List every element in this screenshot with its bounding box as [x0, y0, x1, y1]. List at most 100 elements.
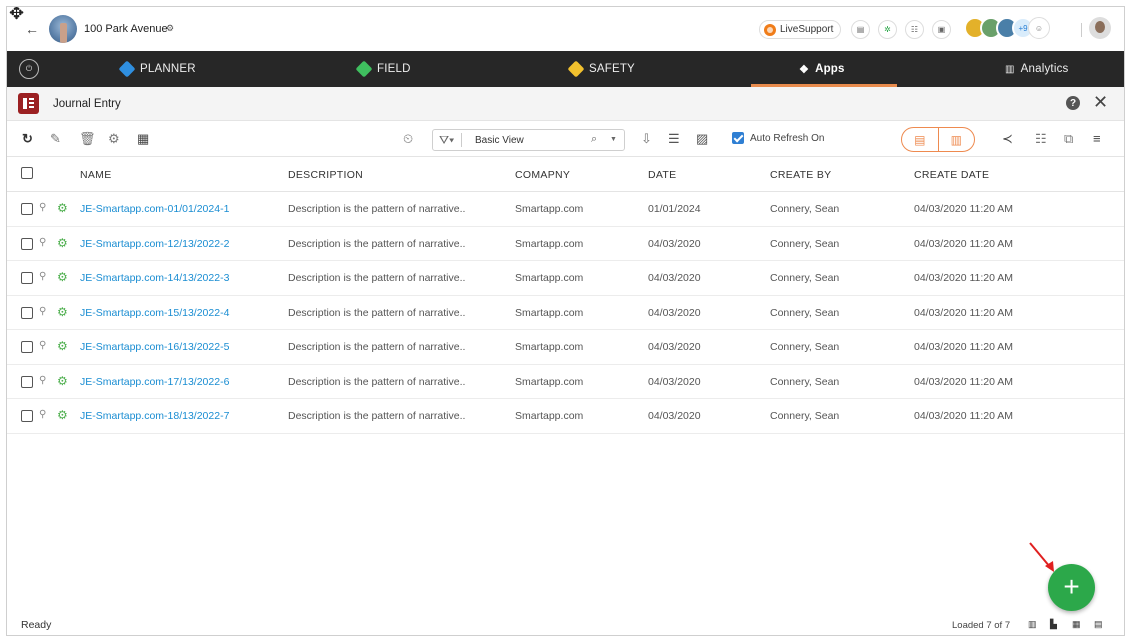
team-avatars[interactable]: +9 ☺	[964, 17, 1050, 39]
entry-name-link[interactable]: JE-Smartapp.com-15/13/2022-4	[80, 307, 229, 319]
search-icon[interactable]: ⌕	[591, 133, 597, 146]
timer-icon[interactable]: ⏲	[403, 131, 413, 147]
back-arrow-icon[interactable]: ←	[25, 21, 39, 37]
table-row[interactable]: ⚲ ⚙ JE-Smartapp.com-14/13/2022-3 Descrip…	[7, 261, 1124, 296]
chat-icon[interactable]: ☺	[1028, 17, 1050, 39]
row-checkbox[interactable]	[21, 203, 33, 215]
date-cell: 04/03/2020	[648, 410, 701, 422]
entry-name-link[interactable]: JE-Smartapp.com-17/13/2022-6	[80, 376, 229, 388]
created-by-cell: Connery, Sean	[770, 237, 840, 250]
divider	[461, 133, 462, 147]
location-pin-icon[interactable]: ⚲	[39, 237, 46, 248]
row-checkbox[interactable]	[21, 272, 33, 284]
table-row[interactable]: ⚲ ⚙ JE-Smartapp.com-17/13/2022-6 Descrip…	[7, 365, 1124, 399]
share-icon[interactable]: ≺	[1002, 131, 1013, 147]
grid-icon[interactable]: ▦	[1072, 619, 1081, 630]
column-header-create-date[interactable]: CREATE DATE	[914, 169, 989, 181]
refresh-icon[interactable]: ↻	[22, 131, 33, 147]
nav-safety[interactable]: SAFETY	[567, 51, 635, 87]
home-icon[interactable]: ⏻	[19, 59, 39, 79]
workflow-gear-icon[interactable]: ⚙	[57, 236, 68, 250]
chart-view-icon[interactable]: ▥	[939, 128, 975, 151]
document-icon[interactable]: ▤	[851, 20, 870, 39]
entry-name-link[interactable]: JE-Smartapp.com-12/13/2022-2	[80, 238, 229, 250]
table-row[interactable]: ⚲ ⚙ JE-Smartapp.com-12/13/2022-2 Descrip…	[7, 227, 1124, 261]
edit-icon[interactable]: ✎	[50, 131, 61, 147]
location-pin-icon[interactable]: ⚲	[39, 202, 46, 213]
location-pin-icon[interactable]: ⚲	[39, 271, 46, 282]
settings-icon[interactable]: ⚙	[108, 131, 120, 147]
location-pin-icon[interactable]: ⚲	[39, 375, 46, 386]
user-avatar[interactable]	[1089, 17, 1111, 39]
delete-icon[interactable]: 🗑	[79, 131, 96, 147]
auto-refresh-toggle[interactable]: Auto Refresh On	[732, 132, 824, 144]
form-icon[interactable]: ☷	[1035, 131, 1047, 147]
barcode-icon[interactable]: ▥	[1028, 619, 1037, 630]
auto-refresh-checkbox[interactable]	[732, 132, 744, 144]
forms-icon[interactable]: ☷	[905, 20, 924, 39]
table-row[interactable]: ⚲ ⚙ JE-Smartapp.com-18/13/2022-7 Descrip…	[7, 399, 1124, 434]
workflow-gear-icon[interactable]: ⚙	[57, 305, 68, 319]
column-header-created-by[interactable]: CREATE BY	[770, 169, 831, 181]
add-entry-button[interactable]: +	[1048, 564, 1095, 611]
table-row[interactable]: ⚲ ⚙ JE-Smartapp.com-01/01/2024-1 Descrip…	[7, 192, 1124, 227]
module-title: Journal Entry	[53, 98, 121, 110]
view-selector[interactable]: ⛛▾ Basic View ⌕ ▼	[432, 129, 625, 151]
workflow-gear-icon[interactable]: ⚙	[57, 408, 68, 422]
project-name[interactable]: 100 Park Avenue	[84, 23, 168, 35]
document-view-icon[interactable]: ▤	[902, 128, 939, 151]
message-icon[interactable]: ▤	[1094, 619, 1103, 630]
entry-name-link[interactable]: JE-Smartapp.com-14/13/2022-3	[80, 272, 229, 284]
workflow-gear-icon[interactable]: ⚙	[57, 374, 68, 388]
nav-field-label: FIELD	[377, 63, 411, 75]
project-settings-icon[interactable]: ⚙	[166, 23, 174, 34]
row-checkbox[interactable]	[21, 375, 33, 388]
export-icon[interactable]: ⇩	[641, 131, 652, 147]
live-support-button[interactable]: LiveSupport	[759, 20, 841, 39]
nav-apps[interactable]: ❖ Apps	[799, 51, 845, 87]
column-header-date[interactable]: DATE	[648, 169, 676, 181]
bar-chart-icon[interactable]: ▙	[1050, 619, 1057, 630]
share-nodes-icon[interactable]: ✲	[878, 20, 897, 39]
entry-name-link[interactable]: JE-Smartapp.com-18/13/2022-7	[80, 410, 229, 422]
column-header-name[interactable]: NAME	[80, 169, 112, 181]
menu-icon[interactable]: ≡	[1093, 131, 1101, 146]
description-cell: Description is the pattern of narrative.…	[288, 306, 466, 319]
row-checkbox[interactable]	[21, 410, 33, 422]
row-checkbox[interactable]	[21, 306, 33, 319]
planner-icon	[118, 60, 136, 78]
project-avatar[interactable]	[49, 15, 77, 43]
select-all-checkbox[interactable]	[21, 167, 33, 179]
nav-planner[interactable]: PLANNER	[118, 51, 196, 87]
filter-icon[interactable]: ⛛▾	[439, 133, 454, 148]
date-cell: 04/03/2020	[648, 306, 701, 319]
workflow-gear-icon[interactable]: ⚙	[57, 270, 68, 284]
nav-field[interactable]: FIELD	[355, 51, 411, 87]
table-row[interactable]: ⚲ ⚙ JE-Smartapp.com-16/13/2022-5 Descrip…	[7, 330, 1124, 365]
date-cell: 04/03/2020	[648, 341, 701, 353]
workflow-gear-icon[interactable]: ⚙	[57, 201, 68, 215]
location-pin-icon[interactable]: ⚲	[39, 306, 46, 317]
entry-name-link[interactable]: JE-Smartapp.com-16/13/2022-5	[80, 341, 229, 353]
view-toggle-group[interactable]: ▤ ▥	[901, 127, 975, 152]
comment-icon[interactable]: ▦	[137, 131, 149, 147]
column-header-company[interactable]: COMAPNY	[515, 169, 570, 181]
created-by-cell: Connery, Sean	[770, 410, 840, 422]
help-icon[interactable]: ?	[1066, 96, 1080, 110]
location-pin-icon[interactable]: ⚲	[39, 340, 46, 351]
entry-name-link[interactable]: JE-Smartapp.com-01/01/2024-1	[80, 203, 229, 215]
table-row[interactable]: ⚲ ⚙ JE-Smartapp.com-15/13/2022-4 Descrip…	[7, 296, 1124, 330]
row-checkbox[interactable]	[21, 341, 33, 353]
close-icon[interactable]: ✕	[1093, 92, 1108, 113]
workflow-gear-icon[interactable]: ⚙	[57, 339, 68, 353]
image-view-icon[interactable]: ▨	[696, 131, 708, 147]
location-pin-icon[interactable]: ⚲	[39, 409, 46, 420]
column-header-description[interactable]: DESCRIPTION	[288, 169, 363, 181]
report-icon[interactable]: ▣	[932, 20, 951, 39]
row-checkbox[interactable]	[21, 237, 33, 250]
chevron-down-icon[interactable]: ▼	[610, 136, 617, 143]
list-view-icon[interactable]: ☰	[668, 131, 680, 147]
nav-analytics[interactable]: ▥ Analytics	[1005, 51, 1068, 87]
open-external-icon[interactable]: ⧉	[1064, 131, 1073, 147]
company-cell: Smartapp.com	[515, 203, 584, 215]
